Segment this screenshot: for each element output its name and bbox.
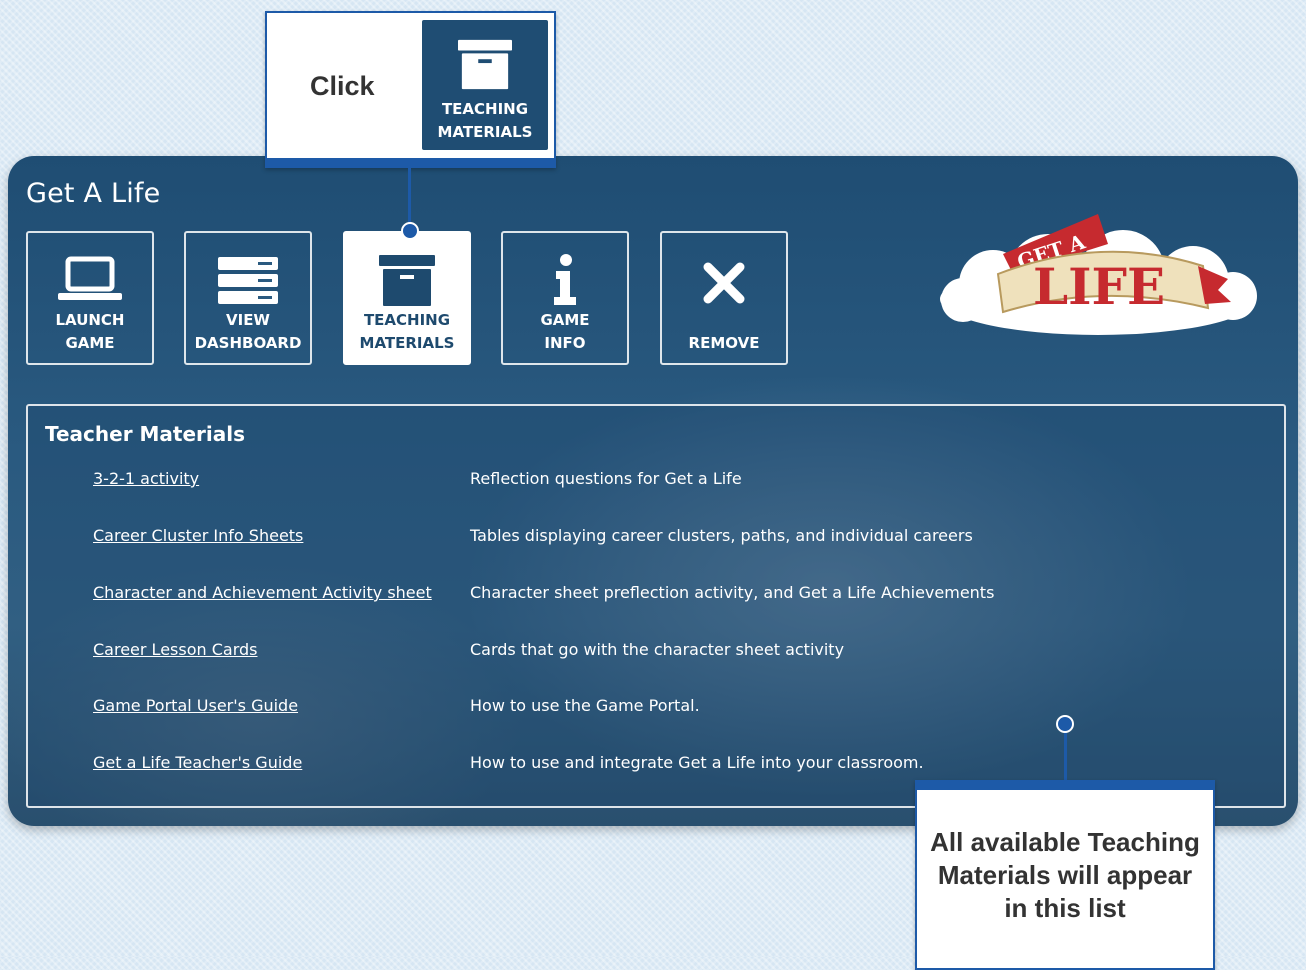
- teacher-materials-title: Teacher Materials: [45, 422, 246, 446]
- server-icon: [218, 257, 278, 304]
- material-description: How to use the Game Portal.: [470, 696, 700, 715]
- logo-line2: LIFE: [1033, 257, 1165, 316]
- laptop-icon: [58, 256, 122, 300]
- info-icon: [554, 254, 576, 305]
- material-link[interactable]: Game Portal User's Guide: [93, 696, 298, 715]
- material-description: Character sheet preflection activity, an…: [470, 583, 995, 602]
- list-item: Character and Achievement Activity sheet…: [28, 583, 1284, 613]
- list-item: 3-2-1 activity Reflection questions for …: [28, 469, 1284, 499]
- game-info-button[interactable]: GAME INFO: [501, 231, 629, 365]
- list-callout-text: All available Teaching Materials will ap…: [930, 827, 1200, 923]
- list-item: Career Cluster Info Sheets Tables displa…: [28, 526, 1284, 556]
- list-callout: All available Teaching Materials will ap…: [915, 780, 1215, 970]
- list-item: Career Lesson Cards Cards that go with t…: [28, 640, 1284, 670]
- material-description: Reflection questions for Get a Life: [470, 469, 742, 488]
- callout-connector: [408, 166, 411, 228]
- view-dashboard-button[interactable]: VIEW DASHBOARD: [184, 231, 312, 365]
- material-description: Cards that go with the character sheet a…: [470, 640, 845, 659]
- game-info-label: GAME INFO: [540, 311, 590, 352]
- launch-game-label: LAUNCH GAME: [55, 311, 125, 352]
- list-item: Get a Life Teacher's Guide How to use an…: [28, 753, 1284, 783]
- archive-box-icon: [379, 255, 435, 306]
- view-dashboard-label: VIEW DASHBOARD: [194, 311, 302, 352]
- list-item: Game Portal User's Guide How to use the …: [28, 696, 1284, 726]
- material-link[interactable]: Get a Life Teacher's Guide: [93, 753, 302, 772]
- click-callout: Click TEACHING MATERIALS: [265, 11, 556, 168]
- remove-label: REMOVE: [688, 334, 760, 352]
- callout-click-text: Click: [310, 71, 375, 101]
- game-title: Get A Life: [26, 178, 161, 209]
- callout-tile-label: TEACHING MATERIALS: [437, 100, 533, 141]
- archive-box-icon: [458, 39, 512, 90]
- launch-game-button[interactable]: LAUNCH GAME: [26, 231, 154, 365]
- material-link[interactable]: Career Lesson Cards: [93, 640, 257, 659]
- callout-teaching-materials-tile: TEACHING MATERIALS: [422, 20, 548, 150]
- teaching-materials-label: TEACHING MATERIALS: [359, 311, 455, 352]
- material-link[interactable]: Career Cluster Info Sheets: [93, 526, 303, 545]
- remove-button[interactable]: REMOVE: [660, 231, 788, 365]
- callout-pointer-dot: [401, 222, 419, 240]
- get-a-life-logo: GET A LIFE: [940, 214, 1257, 335]
- callout-pointer-dot: [1056, 715, 1074, 733]
- material-description: Tables displaying career clusters, paths…: [470, 526, 973, 545]
- teaching-materials-button[interactable]: TEACHING MATERIALS: [343, 231, 471, 365]
- x-icon: [703, 262, 745, 304]
- material-description: How to use and integrate Get a Life into…: [470, 753, 924, 772]
- game-panel: Get A Life LAUNCH GAME VIEW DASHBOARD TE…: [8, 156, 1298, 826]
- material-link[interactable]: Character and Achievement Activity sheet: [93, 583, 432, 602]
- teacher-materials-panel: Teacher Materials 3-2-1 activity Reflect…: [26, 404, 1286, 808]
- material-link[interactable]: 3-2-1 activity: [93, 469, 199, 488]
